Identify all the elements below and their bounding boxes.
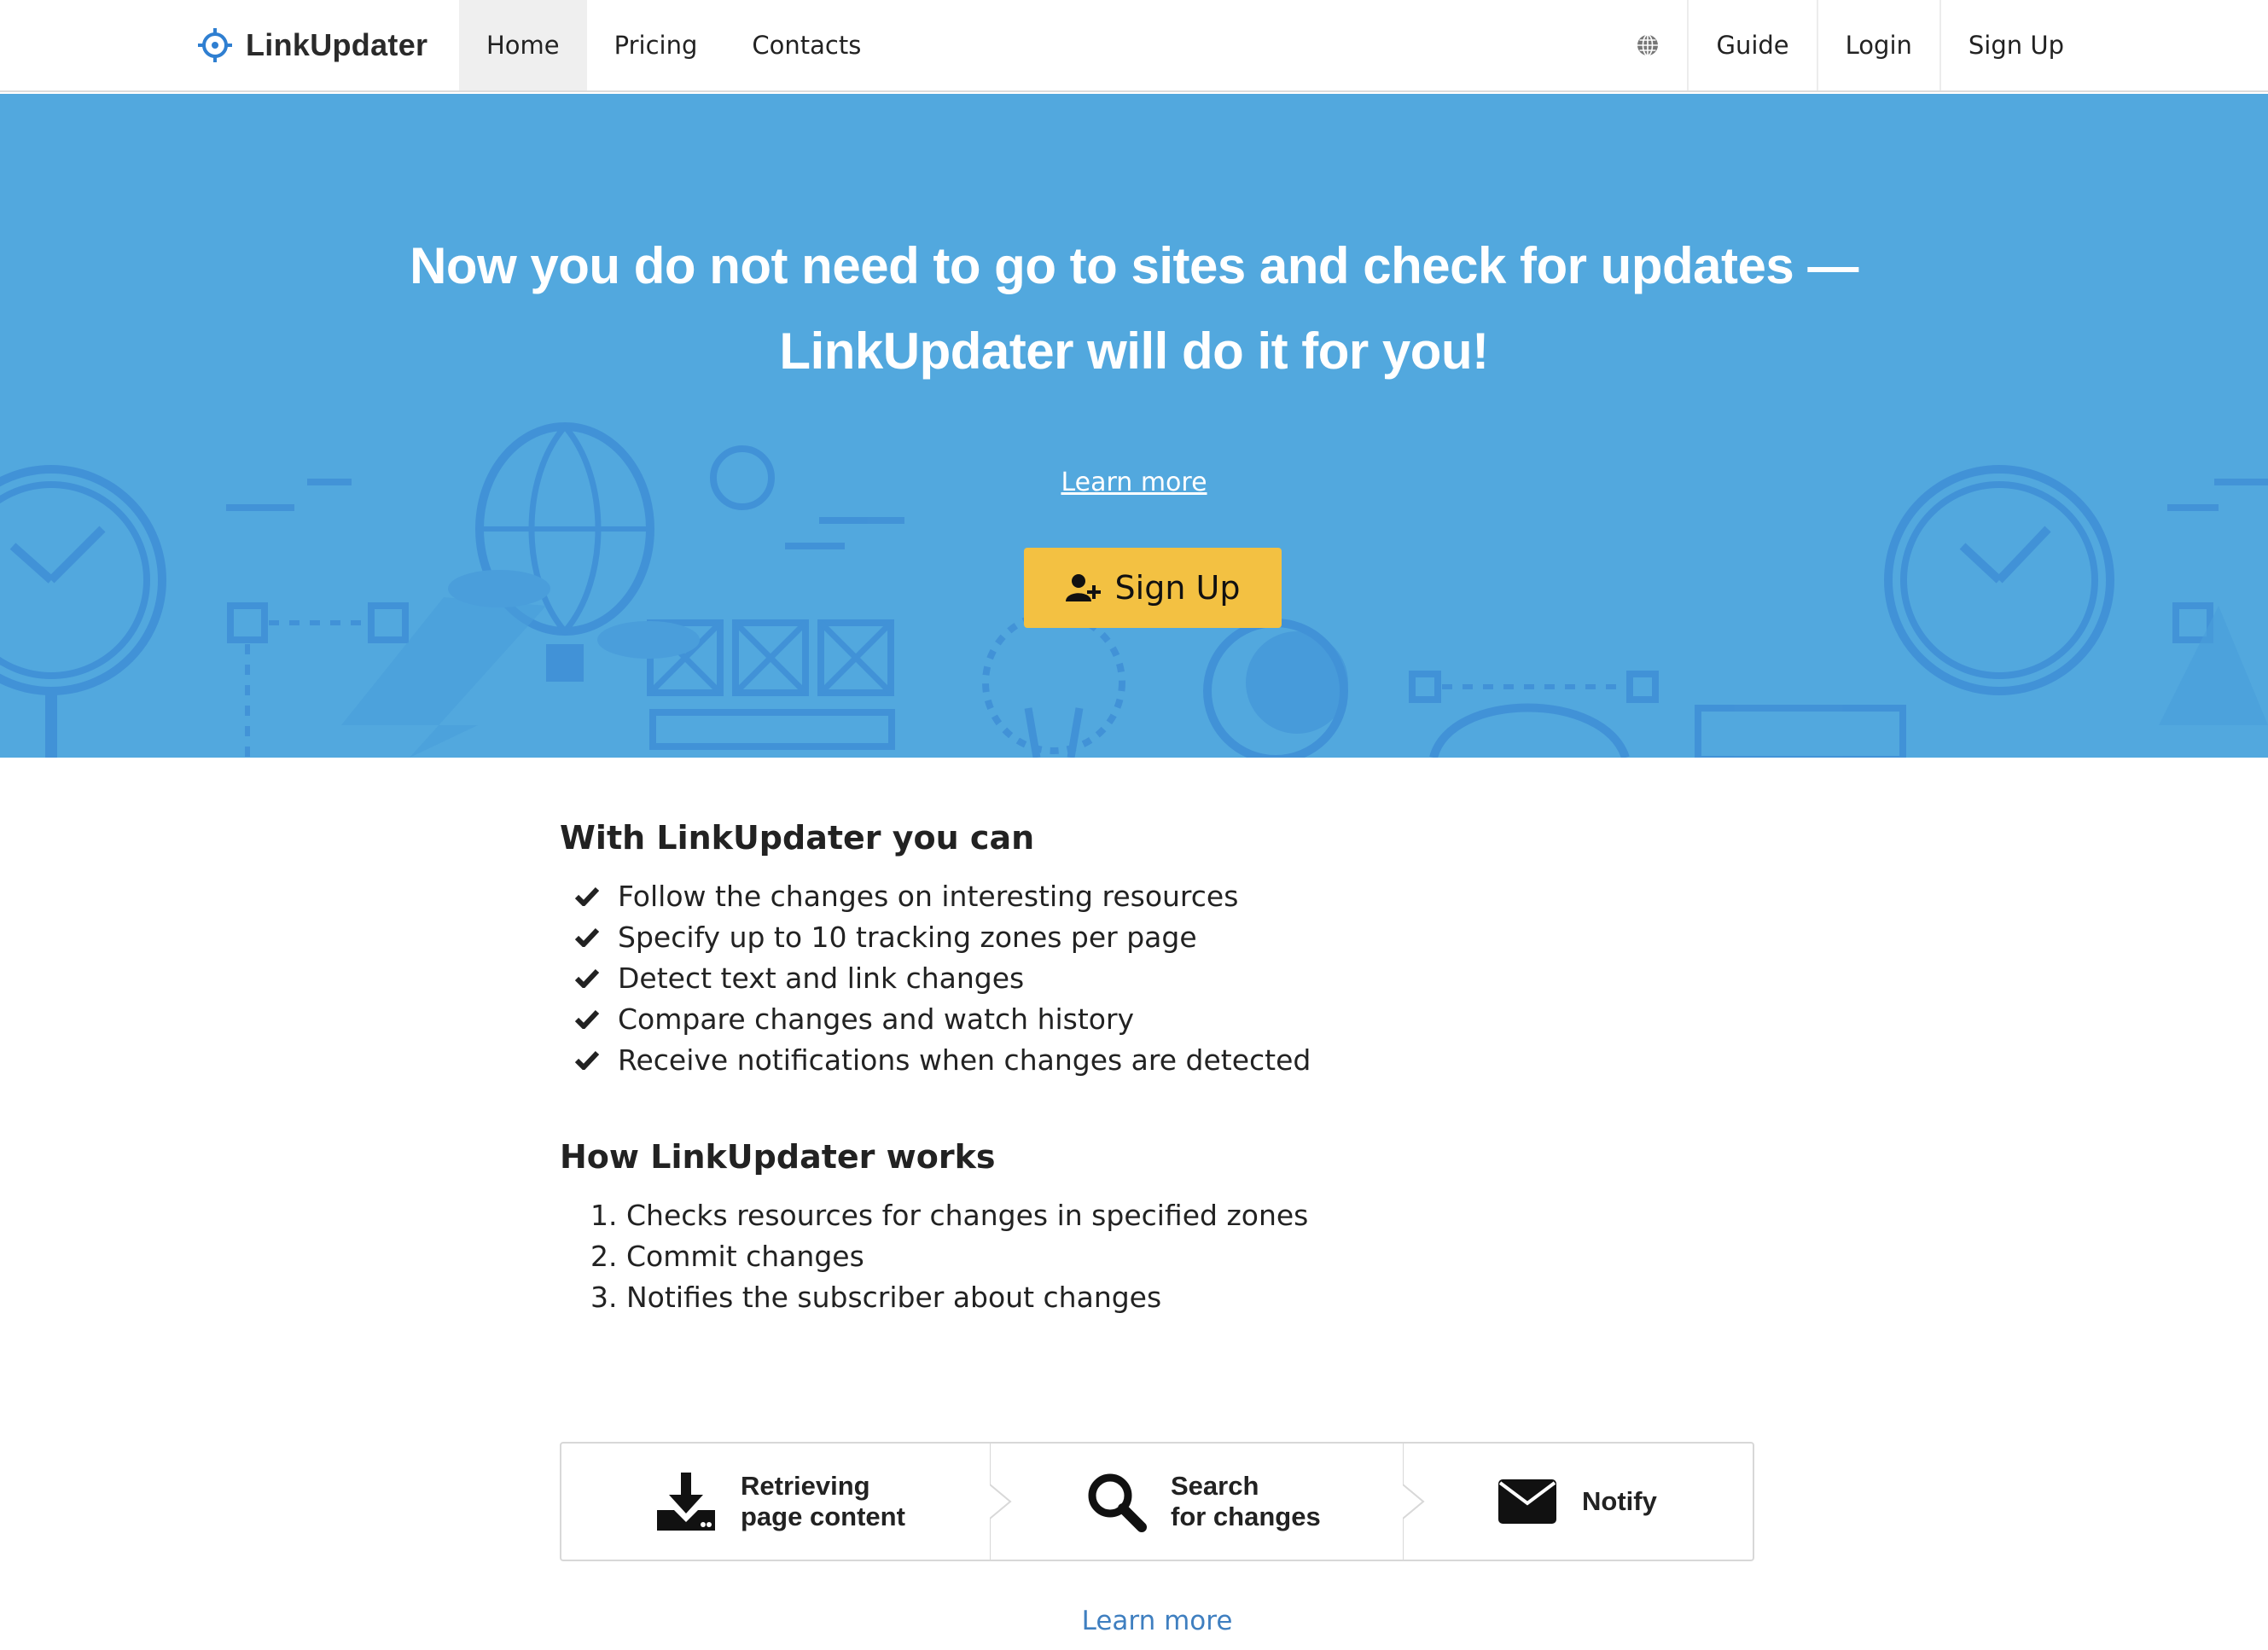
envelope-icon (1498, 1479, 1556, 1524)
hero-signup-button[interactable]: Sign Up (1024, 548, 1282, 628)
globe-icon (1637, 34, 1659, 56)
process-step-search: Search for changes (1085, 1444, 1321, 1560)
main-nav: Home Pricing Contacts (459, 0, 888, 90)
check-icon (575, 886, 599, 906)
hero-learn-more-wrap: Learn more (0, 468, 2268, 497)
hero-background-illustration (0, 422, 2268, 758)
hero-headline-line2: LinkUpdater will do it for you! (779, 322, 1489, 380)
nav-guide[interactable]: Guide (1687, 0, 1816, 90)
feature-text: Follow the changes on interesting resour… (618, 879, 1239, 913)
list-item: Detect text and link changes (575, 957, 1754, 998)
check-icon (575, 927, 599, 947)
process-step-retrieve-line2: page content (741, 1502, 905, 1531)
feature-text: Detect text and link changes (618, 961, 1025, 995)
process-step-retrieve-line1: Retrieving (741, 1471, 870, 1501)
top-navbar: LinkUpdater Home Pricing Contacts Guide … (0, 0, 2268, 92)
hero-banner: Now you do not need to go to sites and c… (0, 94, 2268, 758)
hero-signup-label: Sign Up (1114, 569, 1241, 607)
brand-name: LinkUpdater (246, 27, 428, 62)
nav-contacts[interactable]: Contacts (724, 0, 888, 90)
list-item: Compare changes and watch history (575, 998, 1754, 1039)
feature-text: Specify up to 10 tracking zones per page (618, 920, 1197, 954)
features-title: With LinkUpdater you can (560, 819, 1035, 857)
nav-signup[interactable]: Sign Up (1939, 0, 2091, 90)
how-it-works-list: 1. Checks resources for changes in specif… (560, 1194, 1754, 1317)
main-content: With LinkUpdater you can Follow the chan… (560, 819, 1754, 1317)
nav-home[interactable]: Home (459, 0, 587, 90)
list-item: 1. Checks resources for changes in specif… (590, 1198, 1309, 1232)
list-item: Specify up to 10 tracking zones per page (575, 916, 1754, 957)
features-list: Follow the changes on interesting resour… (560, 875, 1754, 1080)
hero-learn-more-link[interactable]: Learn more (1061, 468, 1207, 497)
process-step-notify-label: Notify (1582, 1486, 1657, 1516)
list-item: Receive notifications when changes are d… (575, 1039, 1754, 1080)
download-icon (657, 1473, 715, 1531)
user-nav: Guide Login Sign Up (1608, 0, 2091, 90)
check-icon (575, 968, 599, 988)
process-step-notify: Notify (1497, 1444, 1657, 1560)
how-it-works-title: How LinkUpdater works (560, 1138, 996, 1176)
list-item: Follow the changes on interesting resour… (575, 875, 1754, 916)
step-text: Notifies the subscriber about changes (626, 1280, 1162, 1314)
feature-text: Receive notifications when changes are d… (618, 1043, 1311, 1077)
hero-headline: Now you do not need to go to sites and c… (0, 224, 2268, 394)
process-step-search-line1: Search (1171, 1471, 1259, 1501)
language-selector[interactable] (1608, 0, 1687, 90)
list-item: 2. Commit changes (590, 1239, 864, 1273)
step-text: Checks resources for changes in specifie… (626, 1198, 1309, 1232)
crosshair-logo-icon (198, 28, 232, 62)
hero-headline-line1: Now you do not need to go to sites and c… (410, 237, 1858, 294)
nav-login[interactable]: Login (1816, 0, 1939, 90)
check-icon (575, 1009, 599, 1029)
feature-text: Compare changes and watch history (618, 1002, 1135, 1036)
process-steps: Retrieving page content Search for chang… (560, 1442, 1754, 1561)
step-divider (990, 1442, 1012, 1561)
list-item: 3. Notifies the subscriber about changes (590, 1280, 1162, 1314)
check-icon (575, 1050, 599, 1070)
nav-pricing[interactable]: Pricing (587, 0, 725, 90)
bottom-learn-more-wrap: Learn more (0, 1606, 2268, 1636)
process-step-retrieve: Retrieving page content (655, 1444, 905, 1560)
step-text: Commit changes (626, 1239, 864, 1273)
process-step-search-line2: for changes (1171, 1502, 1321, 1531)
user-plus-icon (1065, 574, 1101, 601)
step-divider (1403, 1442, 1425, 1561)
brand-logo[interactable]: LinkUpdater (196, 0, 427, 90)
bottom-learn-more-link[interactable]: Learn more (1082, 1606, 1233, 1636)
search-icon (1088, 1473, 1147, 1532)
